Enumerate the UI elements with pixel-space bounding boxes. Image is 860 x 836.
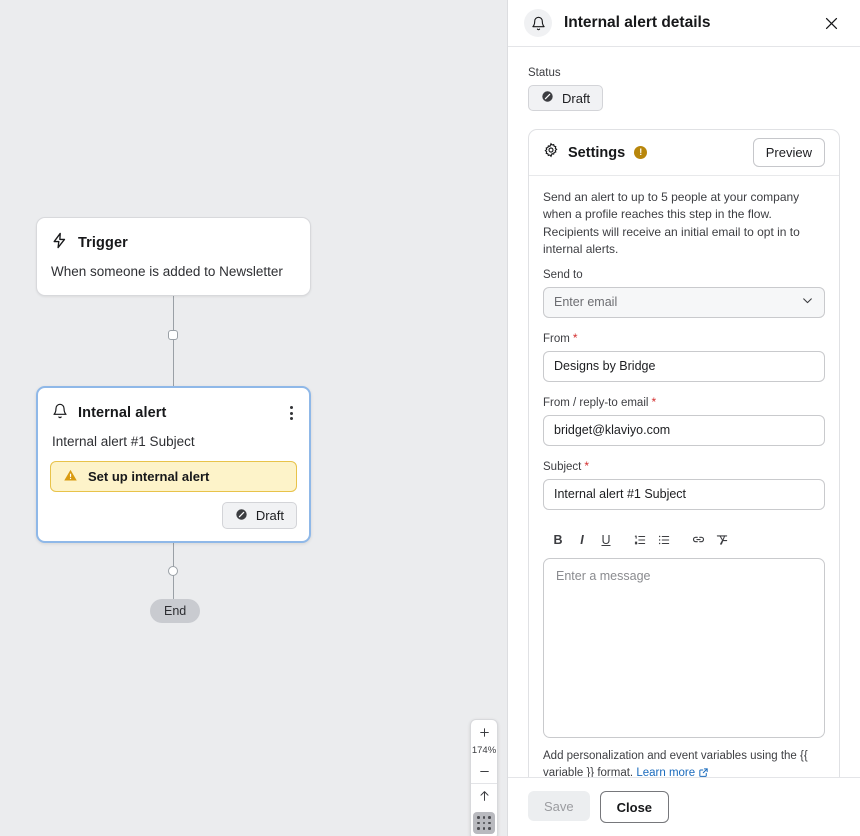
gear-icon: [543, 142, 559, 163]
bell-icon: [52, 403, 68, 424]
preview-button[interactable]: Preview: [753, 138, 825, 167]
connector-add-step-node[interactable]: [168, 330, 178, 340]
reply-to-label-text: From / reply-to email: [543, 397, 648, 409]
editor-toolbar: B I U: [543, 526, 825, 558]
panel-body: Status Draft: [508, 47, 860, 777]
internal-alert-node[interactable]: Internal alert Internal alert #1 Subject…: [36, 386, 311, 543]
connector-endpoint-node[interactable]: [168, 566, 178, 576]
internal-alert-node-header: Internal alert: [38, 388, 309, 424]
ordered-list-icon[interactable]: [629, 530, 651, 550]
trigger-node-header: Trigger: [37, 218, 310, 254]
send-to-placeholder: Enter email: [554, 295, 617, 309]
subject-required-asterisk: *: [584, 459, 589, 473]
end-node-label: End: [164, 604, 186, 618]
reply-to-input[interactable]: bridget@klaviyo.com: [543, 415, 825, 446]
clear-format-icon[interactable]: [711, 530, 733, 550]
zoom-out-button[interactable]: [470, 759, 498, 783]
settings-warning-badge: !: [634, 146, 647, 159]
flow-canvas[interactable]: Trigger When someone is added to Newslet…: [0, 0, 508, 836]
from-label: From*: [543, 331, 825, 345]
from-required-asterisk: *: [573, 331, 578, 345]
zoom-in-button[interactable]: [470, 720, 498, 744]
warning-triangle-icon: [63, 468, 78, 486]
close-icon[interactable]: [819, 11, 844, 36]
learn-more-link[interactable]: Learn more: [636, 767, 695, 777]
chevron-down-icon: [801, 294, 814, 310]
trigger-node-description: When someone is added to Newsletter: [37, 254, 310, 295]
settings-card-title: Settings: [568, 145, 625, 161]
reply-to-input-value: bridget@klaviyo.com: [554, 423, 670, 437]
reply-to-required-asterisk: *: [651, 395, 656, 409]
bold-icon[interactable]: B: [547, 530, 569, 550]
lightning-bolt-icon: [51, 232, 68, 254]
status-label: Status: [528, 67, 840, 79]
setup-internal-alert-label: Set up internal alert: [88, 469, 209, 484]
flow-builder-screen: Trigger When someone is added to Newslet…: [0, 0, 860, 836]
trigger-node[interactable]: Trigger When someone is added to Newslet…: [36, 217, 311, 296]
subject-input-value: Internal alert #1 Subject: [554, 487, 686, 501]
save-button[interactable]: Save: [528, 791, 590, 821]
from-input-value: Designs by Bridge: [554, 359, 655, 373]
settings-card: Settings ! Preview Send an alert to up t…: [528, 129, 840, 777]
message-placeholder: Enter a message: [556, 569, 651, 583]
from-input[interactable]: Designs by Bridge: [543, 351, 825, 382]
subject-label: Subject*: [543, 459, 825, 473]
internal-alert-node-subject: Internal alert #1 Subject: [38, 424, 309, 449]
send-to-label: Send to: [543, 269, 825, 281]
status-badge[interactable]: Draft: [528, 85, 603, 111]
from-label-text: From: [543, 333, 570, 345]
settings-description: Send an alert to up to 5 people at your …: [543, 189, 825, 259]
subject-label-text: Subject: [543, 461, 581, 473]
internal-alert-details-panel: Internal alert details Status Draft: [508, 0, 860, 836]
internal-alert-node-footer: Draft: [38, 492, 309, 541]
grid-icon[interactable]: [473, 812, 495, 834]
settings-card-body: Send an alert to up to 5 people at your …: [529, 176, 839, 777]
bullet-list-icon[interactable]: [653, 530, 675, 550]
bell-icon: [524, 9, 552, 37]
node-status-badge[interactable]: Draft: [222, 502, 297, 529]
close-button[interactable]: Close: [600, 791, 669, 823]
panel-footer: Save Close: [508, 777, 860, 836]
settings-card-header: Settings ! Preview: [529, 130, 839, 176]
end-node[interactable]: End: [150, 599, 200, 623]
draft-status-icon: [541, 90, 554, 106]
zoom-level-label: 174%: [472, 744, 496, 759]
status-badge-label: Draft: [562, 91, 590, 106]
italic-icon[interactable]: I: [571, 530, 593, 550]
fit-to-screen-button[interactable]: [470, 784, 498, 808]
panel-header: Internal alert details: [508, 0, 860, 47]
external-link-icon[interactable]: [698, 767, 709, 777]
node-status-label: Draft: [256, 508, 284, 523]
reply-to-label: From / reply-to email*: [543, 395, 825, 409]
from-field-group: From* Designs by Bridge: [543, 331, 825, 382]
internal-alert-node-title: Internal alert: [78, 405, 166, 421]
send-to-select[interactable]: Enter email: [543, 287, 825, 318]
message-textarea[interactable]: Enter a message: [543, 558, 825, 738]
trigger-node-title: Trigger: [78, 235, 128, 251]
subject-field-group: Subject* Internal alert #1 Subject: [543, 459, 825, 510]
reply-to-field-group: From / reply-to email* bridget@klaviyo.c…: [543, 395, 825, 446]
personalization-hint: Add personalization and event variables …: [543, 748, 825, 777]
subject-input[interactable]: Internal alert #1 Subject: [543, 479, 825, 510]
setup-internal-alert-warning[interactable]: Set up internal alert: [50, 461, 297, 492]
node-options-kebab-icon[interactable]: [288, 402, 295, 424]
draft-status-icon: [235, 508, 248, 524]
underline-icon[interactable]: U: [595, 530, 617, 550]
message-editor: B I U: [543, 526, 825, 777]
link-icon[interactable]: [687, 530, 709, 550]
panel-title: Internal alert details: [564, 14, 710, 32]
zoom-controls[interactable]: 174%: [470, 719, 498, 836]
